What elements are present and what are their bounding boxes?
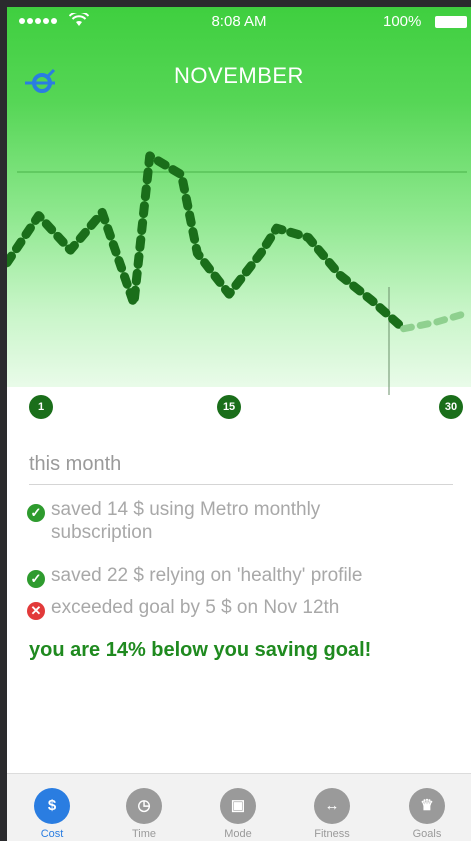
clock-icon: ◷ bbox=[126, 788, 162, 824]
day-tick-label: 15 bbox=[217, 395, 242, 419]
status-bar: 8:08 AM 100% bbox=[7, 7, 471, 37]
summary-item-text: exceeded goal by 5 $ on Nov 12th bbox=[51, 597, 340, 618]
summary-item-metro: ✓ saved 14 $ using Metro monthly subscrip… bbox=[27, 499, 320, 544]
tab-label: Goals bbox=[412, 828, 442, 840]
tab-label: Fitness bbox=[314, 828, 350, 840]
day-tick-label: 30 bbox=[439, 395, 463, 419]
tab-label: Mode bbox=[224, 828, 252, 840]
summary-item-text: saved 22 $ relying on 'healthy' profile bbox=[51, 565, 363, 586]
summary-item-text: saved 14 $ using Metro monthly bbox=[51, 499, 321, 520]
summary-title: this month bbox=[29, 453, 122, 475]
dollar-icon: $ bbox=[34, 788, 70, 824]
trophy-icon: ♛ bbox=[409, 788, 445, 824]
tab-bar: $ Cost ◷ Time ▣ Mode ↔ Fitness ♛ Goals bbox=[7, 773, 471, 841]
day-axis: 1 15 30 bbox=[7, 395, 471, 425]
tab-mode[interactable]: ▣ Mode bbox=[203, 780, 273, 840]
cross-icon: ✕ bbox=[27, 602, 45, 620]
check-icon: ✓ bbox=[27, 570, 45, 588]
battery-icon bbox=[435, 16, 467, 28]
tab-label: Cost bbox=[40, 828, 64, 840]
battery-percent: 100% bbox=[383, 13, 422, 30]
day-tick-label: 1 bbox=[29, 395, 53, 419]
summary-item-text-cont: subscription bbox=[51, 522, 153, 543]
tab-goals[interactable]: ♛ Goals bbox=[392, 780, 462, 840]
savings-line-chart bbox=[7, 151, 471, 395]
train-icon: ▣ bbox=[220, 788, 256, 824]
tab-fitness[interactable]: ↔ Fitness bbox=[297, 780, 367, 840]
actual-series-line bbox=[7, 151, 409, 334]
device-frame-left bbox=[0, 0, 7, 841]
summary-divider bbox=[29, 484, 453, 485]
summary-item-exceeded: ✕ exceeded goal by 5 $ on Nov 12th bbox=[27, 597, 339, 620]
tab-time[interactable]: ◷ Time bbox=[109, 780, 179, 840]
dumbbell-icon: ↔ bbox=[314, 788, 350, 824]
projected-series-line bbox=[400, 309, 471, 333]
check-icon: ✓ bbox=[27, 504, 45, 522]
tab-cost[interactable]: $ Cost bbox=[17, 780, 87, 840]
app-screen: 8:08 AM 100% NOVEMBER 1 15 30 this month ✓… bbox=[7, 7, 471, 841]
tab-label: Time bbox=[131, 828, 157, 840]
summary-item-healthy: ✓ saved 22 $ relying on 'healthy' profile bbox=[27, 565, 362, 588]
device-frame-top bbox=[0, 0, 471, 7]
month-title: NOVEMBER bbox=[174, 63, 304, 88]
goal-message: you are 14% below you saving goal! bbox=[29, 639, 372, 661]
